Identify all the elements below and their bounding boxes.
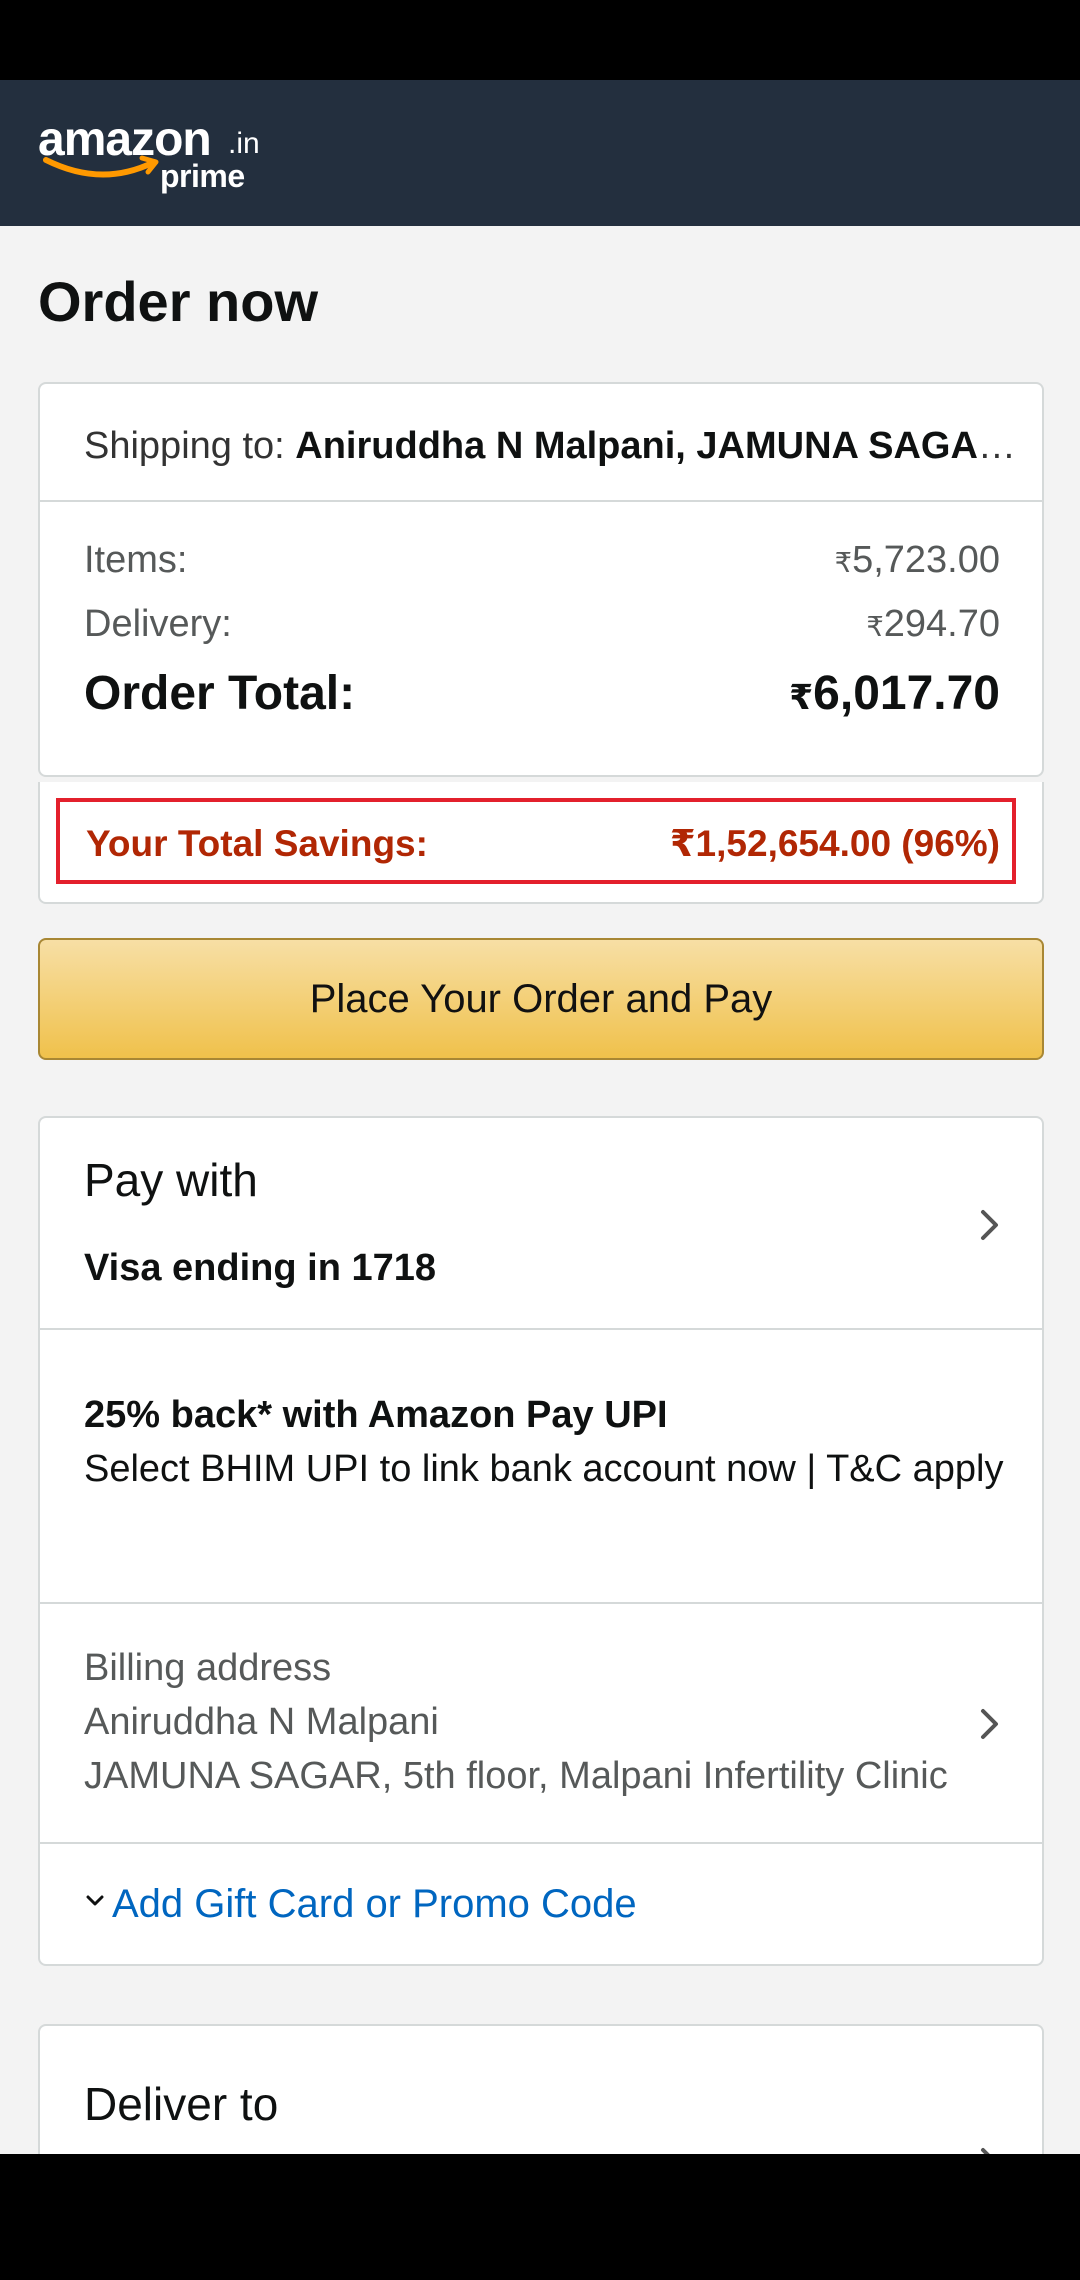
shipping-row[interactable]: Shipping to: Aniruddha N Malpani, JAMUNA… [40, 384, 1042, 502]
upi-offer-section[interactable]: 25% back* with Amazon Pay UPI Select BHI… [40, 1330, 1042, 1604]
order-total-label: Order Total: [84, 667, 356, 720]
currency-symbol: ₹ [789, 679, 814, 717]
chevron-right-icon [981, 1709, 998, 1739]
billing-name: Aniruddha N Malpani [84, 1701, 439, 1743]
order-total-line: Order Total: ₹6,017.70 [84, 664, 1000, 724]
checkout-content: Order now Shipping to: Aniruddha N Malpa… [0, 226, 1080, 2154]
amazon-smile-logo [43, 155, 159, 178]
payment-method: Visa ending in 1718 [84, 1247, 437, 1289]
currency-symbol: ₹ [866, 611, 884, 642]
savings-card: Your Total Savings: ₹1,52,654.00 (96%) [38, 782, 1044, 904]
status-bar [0, 0, 1080, 80]
logo-prime: prime [160, 158, 245, 194]
order-total-value: 6,017.70 [813, 667, 1000, 720]
upi-offer-title: 25% back* with Amazon Pay UPI [84, 1394, 668, 1436]
navigation-bar [0, 2154, 1080, 2280]
items-label: Items: [84, 539, 188, 581]
items-line: Items: ₹5,723.00 [84, 536, 1000, 584]
shipping-text: Shipping to: Aniruddha N Malpani, JAMUNA… [84, 422, 1024, 470]
savings-value: ₹1,52,654.00 (96%) [669, 823, 1000, 864]
pay-with-label: Pay with [84, 1154, 258, 1206]
billing-address-section[interactable]: Billing address Aniruddha N Malpani JAMU… [40, 1604, 1042, 1844]
upi-offer-description: Select BHIM UPI to link bank account now… [84, 1448, 1004, 1490]
pay-with-section[interactable]: Pay with Visa ending in 1718 [40, 1118, 1042, 1330]
delivery-amount: ₹294.70 [866, 600, 1000, 651]
currency-symbol: ₹ [834, 547, 853, 578]
shipping-label: Shipping to: [84, 425, 285, 467]
shipping-value: Aniruddha N Malpani, JAMUNA SAGAR, 5th f… [295, 425, 1024, 467]
order-summary-card: Shipping to: Aniruddha N Malpani, JAMUNA… [38, 382, 1044, 777]
deliver-to-title: Deliver to [84, 2078, 279, 2130]
place-order-button[interactable]: Place Your Order and Pay [38, 938, 1044, 1060]
delivery-value: 294.70 [883, 603, 1000, 645]
chevron-down-icon [86, 1895, 104, 1906]
billing-address-text: JAMUNA SAGAR, 5th floor, Malpani Inferti… [84, 1755, 948, 1797]
gift-card-section: Add Gift Card or Promo Code [40, 1844, 1042, 1964]
items-amount: ₹5,723.00 [835, 536, 1000, 587]
items-value: 5,723.00 [852, 539, 1000, 581]
savings-label: Your Total Savings: [86, 823, 428, 864]
billing-address-label: Billing address [84, 1647, 332, 1689]
gift-card-link[interactable]: Add Gift Card or Promo Code [84, 1878, 637, 1930]
delivery-line: Delivery: ₹294.70 [84, 600, 1000, 648]
deliver-to-card[interactable]: Deliver to [38, 2024, 1044, 2154]
chevron-right-icon [981, 1210, 998, 1240]
order-total-amount: ₹6,017.70 [789, 664, 1000, 728]
page-title: Order now [38, 270, 319, 333]
amazon-logo[interactable]: amazon .in prime [38, 112, 278, 194]
gift-card-link-label: Add Gift Card or Promo Code [112, 1882, 637, 1926]
delivery-label: Delivery: [84, 603, 232, 645]
chevron-right-icon [981, 2148, 990, 2154]
payment-card: Pay with Visa ending in 1718 25% back* w… [38, 1116, 1044, 1966]
savings-highlight: Your Total Savings: ₹1,52,654.00 (96%) [56, 798, 1016, 884]
app-header: amazon .in prime [0, 80, 1080, 226]
